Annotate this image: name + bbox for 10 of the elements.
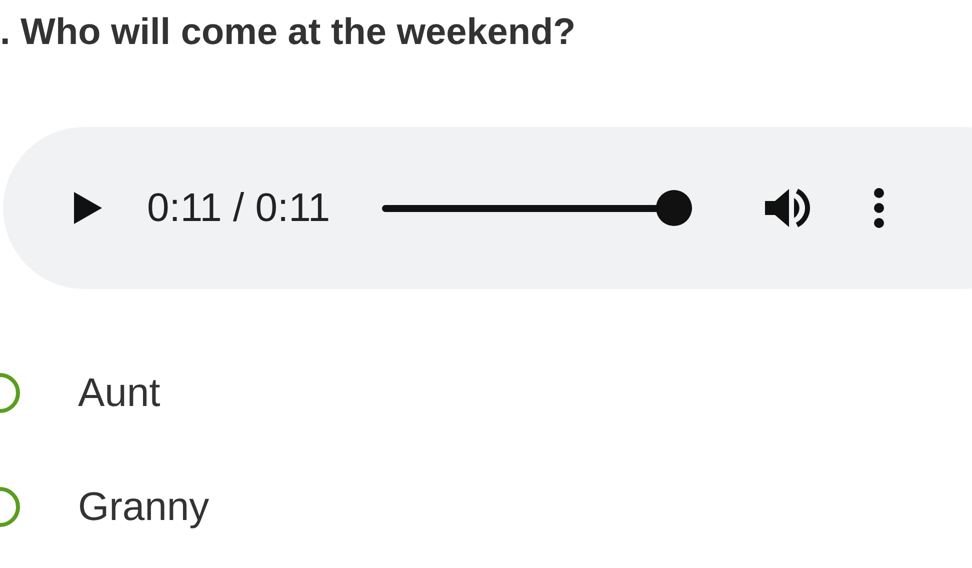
time-display: 0:11 / 0:11 (147, 185, 330, 232)
option-label: Aunt (78, 370, 160, 417)
play-icon (72, 192, 102, 224)
progress-slider[interactable] (382, 190, 692, 226)
volume-button[interactable] (764, 186, 812, 230)
speaker-icon (765, 188, 812, 228)
slider-thumb[interactable] (656, 190, 692, 226)
option-label: Granny (78, 484, 210, 531)
more-icon (874, 188, 884, 228)
question-title: . Who will come at the weekend? (0, 10, 576, 54)
